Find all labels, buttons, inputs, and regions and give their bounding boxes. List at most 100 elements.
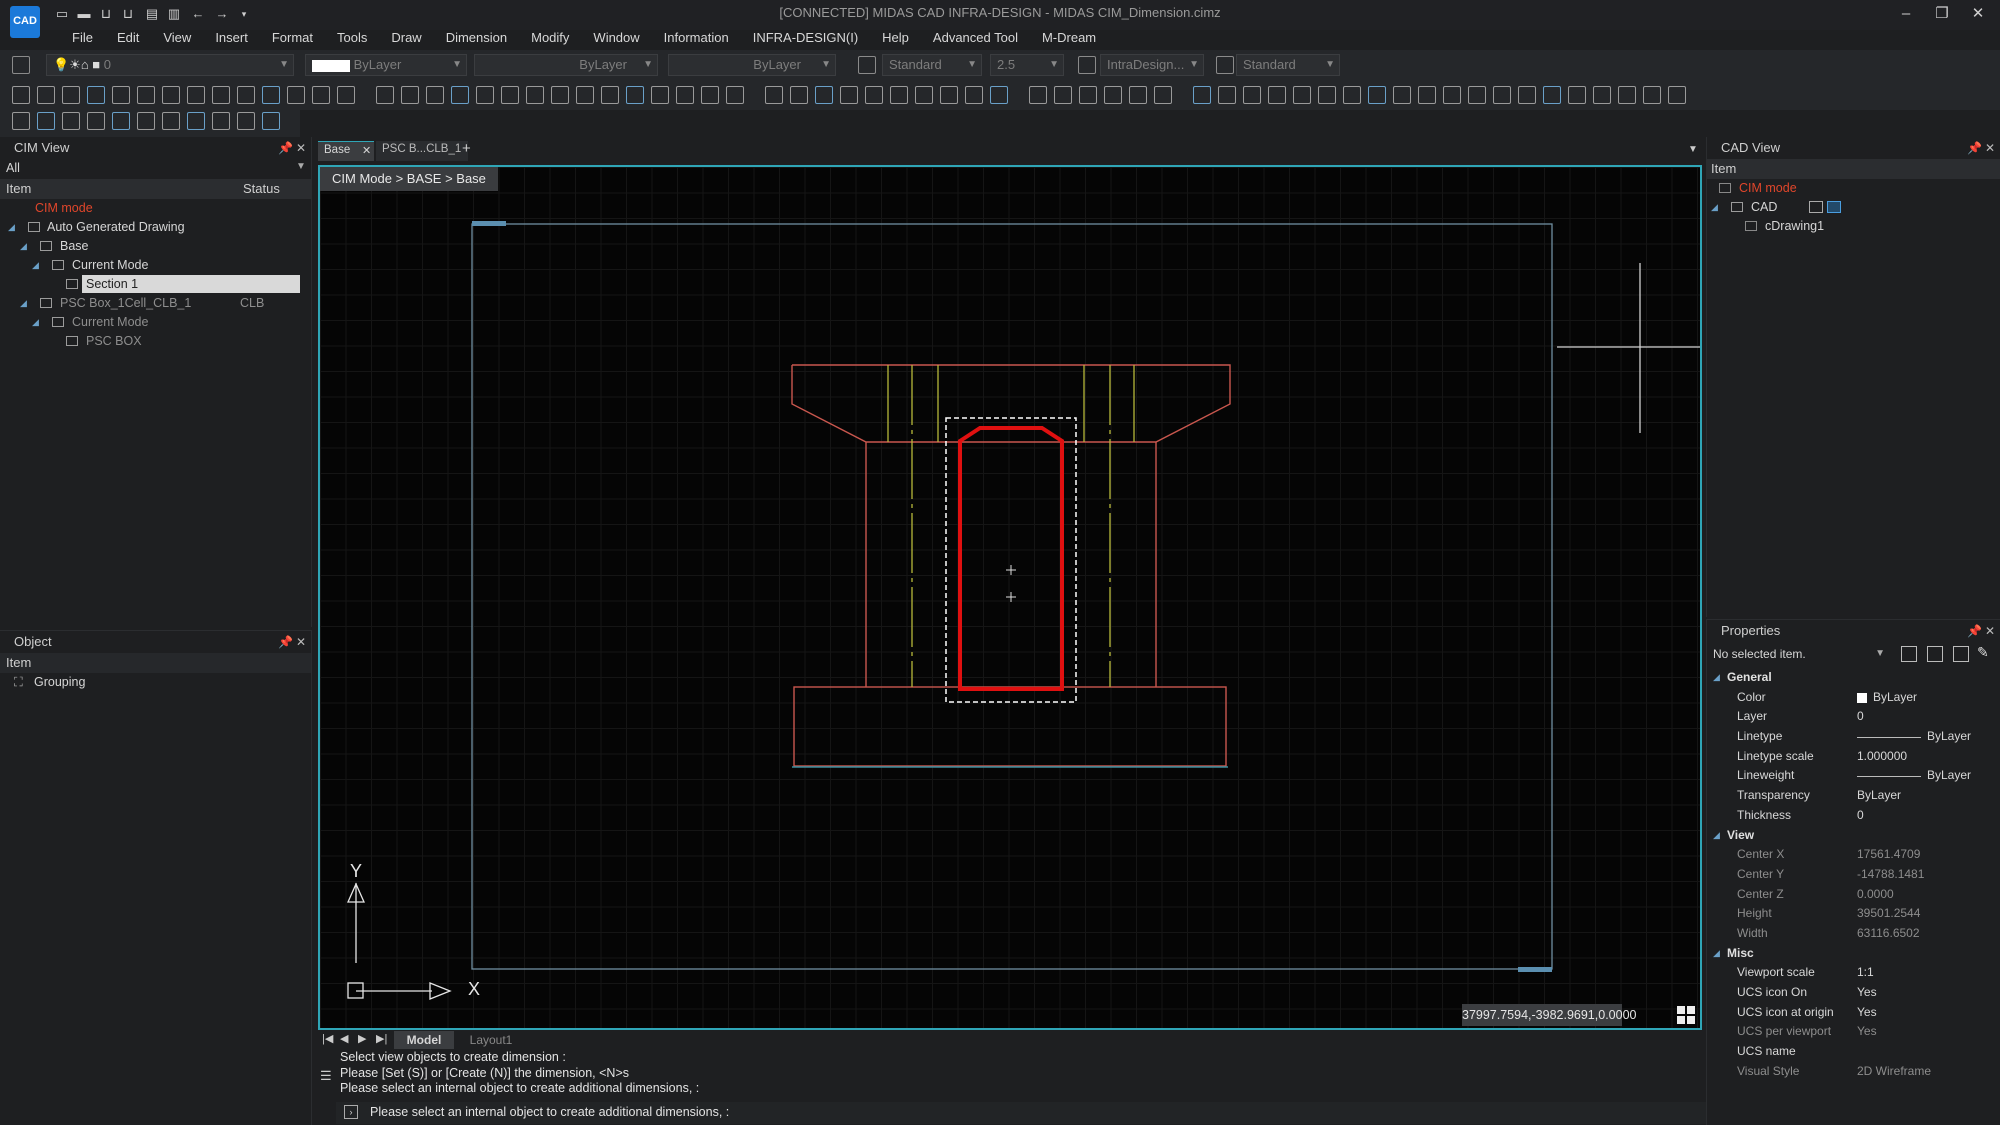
dim-tolerance-tool-icon[interactable] <box>1029 86 1047 104</box>
pin-icon[interactable]: 📌 <box>1967 137 1982 159</box>
tree-item-current-mode-2[interactable]: ◢ Current Mode <box>0 313 311 332</box>
prev-layout-icon[interactable]: ◀ <box>340 1032 348 1045</box>
dim-angular-tool-icon[interactable] <box>62 86 80 104</box>
dim-baseline-tool-icon[interactable] <box>1343 86 1361 104</box>
menu-edit[interactable]: Edit <box>105 28 151 50</box>
match-properties-icon[interactable]: ✎ <box>1977 644 1989 661</box>
dim-radius-tool-icon[interactable] <box>1643 86 1661 104</box>
menu-view[interactable]: View <box>151 28 203 50</box>
dim-diameter-tool-icon[interactable] <box>1293 86 1311 104</box>
expand-icon[interactable]: ◢ <box>32 256 39 275</box>
dim-continue-tool-icon[interactable] <box>576 86 594 104</box>
close-tab-icon[interactable]: ✕ <box>362 144 371 157</box>
tab-psc-box[interactable]: PSC B...CLB_1 <box>376 141 468 161</box>
dim-ordinate-tool-icon[interactable] <box>526 86 544 104</box>
pin-icon[interactable]: 📌 <box>278 137 293 159</box>
tree-item-section-1[interactable]: Section 1 <box>0 275 311 294</box>
object-item-grouping[interactable]: ⛶ Grouping <box>0 673 311 692</box>
property-row-linetype[interactable]: Linetype ByLayer <box>1707 727 2000 747</box>
property-row-linetype-scale[interactable]: Linetype scale 1.000000 <box>1707 747 2000 767</box>
dim-linear-tool-icon[interactable] <box>790 86 808 104</box>
dim-angular-tool-icon[interactable] <box>1618 86 1636 104</box>
column-status[interactable]: Status <box>243 179 280 199</box>
expand-icon[interactable]: ◢ <box>32 313 39 332</box>
dim-style-tool-icon[interactable] <box>1154 86 1172 104</box>
dim-center-tool-icon[interactable] <box>262 86 280 104</box>
close-panel-icon[interactable]: ✕ <box>1985 620 1995 642</box>
dim-center-tool-icon[interactable] <box>1443 86 1461 104</box>
dim-diameter-tool-icon[interactable] <box>112 86 130 104</box>
cad-tree-drawing1[interactable]: cDrawing1 <box>1707 217 2000 236</box>
dim-tolerance-tool-icon[interactable] <box>626 86 644 104</box>
dim-aligned-tool-icon[interactable] <box>815 86 833 104</box>
plot-icon[interactable]: ▥ <box>166 7 182 21</box>
dim-leader-tool-icon[interactable] <box>212 86 230 104</box>
dim-radius-tool-icon[interactable] <box>865 86 883 104</box>
command-input[interactable]: › Please select an internal object to cr… <box>336 1102 1706 1124</box>
snap-tool-icon[interactable] <box>262 112 280 130</box>
tab-base[interactable]: Base ✕ <box>318 141 374 161</box>
dim-radius-tool-icon[interactable] <box>87 86 105 104</box>
column-item[interactable]: Item <box>6 653 31 673</box>
property-row-color[interactable]: Color ByLayer <box>1707 688 2000 708</box>
dim-center-tool-icon[interactable] <box>1054 86 1072 104</box>
collapse-icon[interactable]: ◢ <box>1713 668 1720 688</box>
linetype-dropdown[interactable]: ByLayer ▼ <box>474 54 658 76</box>
tree-item-psc-box[interactable]: ◢ PSC Box_1Cell_CLB_1 CLB <box>0 294 311 313</box>
expand-icon[interactable]: ◢ <box>20 294 27 313</box>
layer-dropdown[interactable]: 💡☀⌂ ■ 0 ▼ <box>46 54 294 76</box>
dim-aligned-tool-icon[interactable] <box>1218 86 1236 104</box>
dim-ordinate-tool-icon[interactable] <box>915 86 933 104</box>
color-dropdown[interactable]: ByLayer ▼ <box>305 54 467 76</box>
text-height-dropdown[interactable]: 2.5 ▼ <box>990 54 1064 76</box>
expand-icon[interactable]: ◢ <box>8 218 15 237</box>
next-layout-icon[interactable]: ▶ <box>358 1032 366 1045</box>
line-tool-icon[interactable] <box>137 112 155 130</box>
dim-baseline-tool-icon[interactable] <box>940 86 958 104</box>
add-tab-icon[interactable]: + <box>462 140 471 157</box>
tree-item-cim-mode[interactable]: CIM mode <box>0 199 311 218</box>
console-menu-icon[interactable]: ☰ <box>320 1068 332 1084</box>
dim-linear-tool-icon[interactable] <box>12 86 30 104</box>
dim-text-tool-icon[interactable] <box>312 86 330 104</box>
dim-continue-tool-icon[interactable] <box>187 86 205 104</box>
dim-radius-tool-icon[interactable] <box>476 86 494 104</box>
menu-insert[interactable]: Insert <box>203 28 260 50</box>
dim-style-tool-icon[interactable] <box>376 86 394 104</box>
save-as-icon[interactable]: ⊔ <box>120 7 136 21</box>
dim-update-tool-icon[interactable] <box>1129 86 1147 104</box>
tab-list-chevron-icon[interactable]: ▼ <box>1688 144 1698 155</box>
layer-manager-icon[interactable] <box>12 56 30 74</box>
close-panel-icon[interactable]: ✕ <box>1985 137 1995 159</box>
dim-update-tool-icon[interactable] <box>1518 86 1536 104</box>
polyline-tool-icon[interactable] <box>162 112 180 130</box>
menu-format[interactable]: Format <box>260 28 325 50</box>
collapse-icon[interactable]: ◢ <box>1713 944 1720 964</box>
dim-text-tool-icon[interactable] <box>701 86 719 104</box>
dim-angular-tool-icon[interactable] <box>1243 86 1261 104</box>
pickadd-icon[interactable] <box>1953 646 1969 662</box>
select-tool-icon[interactable] <box>62 112 80 130</box>
restore-icon[interactable]: ❐ <box>1924 3 1960 25</box>
dim-diameter-tool-icon[interactable] <box>501 86 519 104</box>
dim-diameter-tool-icon[interactable] <box>890 86 908 104</box>
undo-icon[interactable]: ← <box>190 7 206 21</box>
category-view[interactable]: ◢ View <box>1707 826 2000 846</box>
pin-icon[interactable]: 📌 <box>1967 620 1982 642</box>
collapse-icon[interactable]: ◢ <box>1713 826 1720 846</box>
dim-baseline-tool-icon[interactable] <box>551 86 569 104</box>
menu-window[interactable]: Window <box>581 28 651 50</box>
drawing-viewport[interactable]: CIM Mode > BASE > Base Y X 37997.7594,-3… <box>318 165 1702 1030</box>
dim-style-tool-icon[interactable] <box>1543 86 1561 104</box>
dim-continue-tool-icon[interactable] <box>1368 86 1386 104</box>
dim-edit-tool-icon[interactable] <box>676 86 694 104</box>
dim-radius-tool-icon[interactable] <box>1268 86 1286 104</box>
property-row-viewport-scale[interactable]: Viewport scale 1:1 <box>1707 963 2000 983</box>
category-general[interactable]: ◢ General <box>1707 668 2000 688</box>
dim-leader-tool-icon[interactable] <box>1393 86 1411 104</box>
menu-information[interactable]: Information <box>652 28 741 50</box>
zoom-window-tool-icon[interactable] <box>212 112 230 130</box>
close-panel-icon[interactable]: ✕ <box>296 137 306 159</box>
layout-view-icon[interactable] <box>1827 201 1841 213</box>
dim-edit-tool-icon[interactable] <box>1468 86 1486 104</box>
